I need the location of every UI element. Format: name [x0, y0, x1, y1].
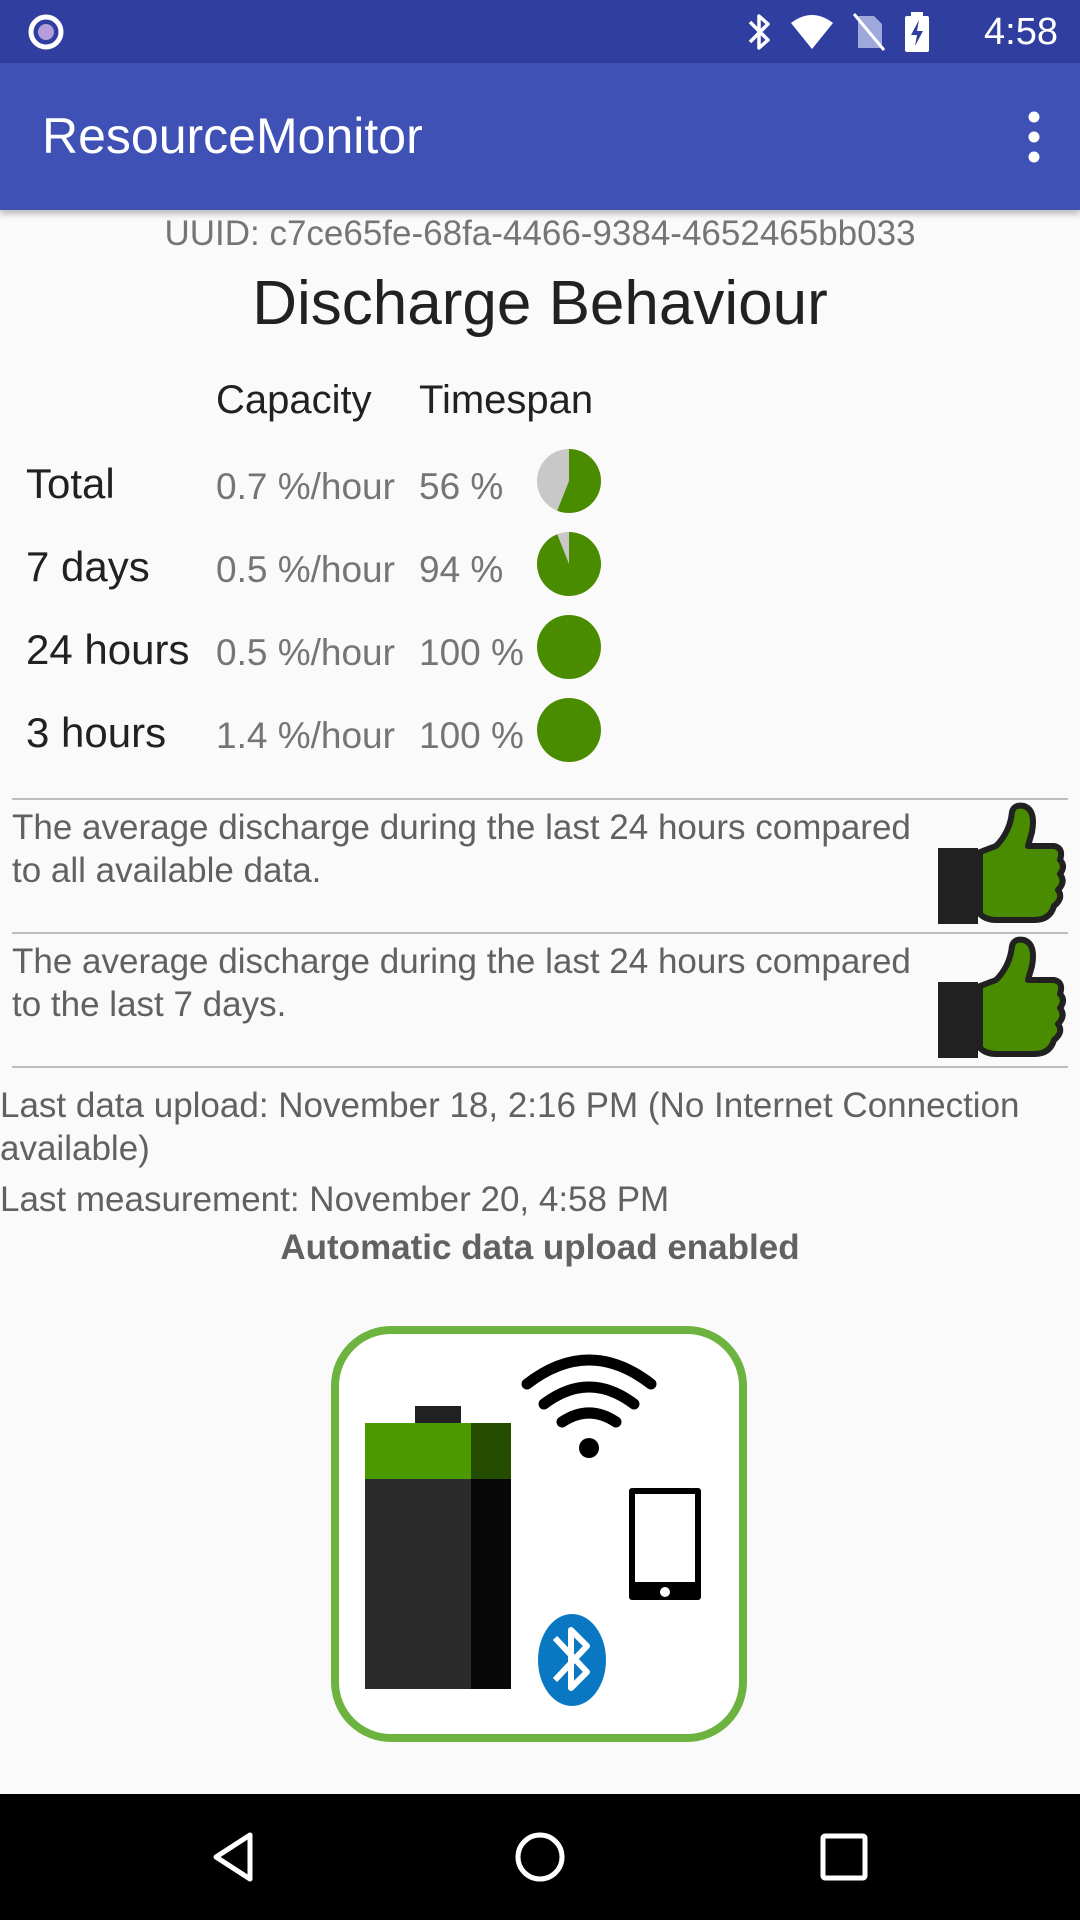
last-measurement-text: Last measurement: November 20, 4:58 PM — [0, 1180, 670, 1219]
bluetooth-icon — [538, 1614, 606, 1706]
column-header-capacity: Capacity — [216, 378, 372, 422]
pie-slice — [537, 532, 601, 596]
status-time: 4:58 — [984, 11, 1058, 53]
comparison-text: The average discharge during the last 24… — [12, 808, 911, 890]
uuid-text: UUID: c7ce65fe-68fa-4466-9384-4652465bb0… — [164, 214, 916, 253]
app-bar: ResourceMonitor — [0, 63, 1080, 210]
row-timespan: 100 % — [419, 715, 524, 756]
battery-charging-icon — [905, 12, 929, 52]
row-label: Total — [26, 460, 115, 507]
no-sim-icon — [852, 13, 886, 51]
pie-background — [537, 615, 601, 679]
last-upload-text: Last data upload: November 18, 2:16 PM (… — [0, 1086, 1020, 1168]
row-capacity: 1.4 %/hour — [216, 715, 395, 756]
column-header-timespan: Timespan — [419, 378, 594, 422]
recents-icon[interactable] — [814, 1827, 874, 1887]
row-capacity: 0.5 %/hour — [216, 549, 395, 590]
smartphone-icon — [629, 1488, 701, 1600]
row-label: 7 days — [26, 543, 150, 590]
notification-dot-icon — [28, 14, 64, 50]
home-icon[interactable] — [510, 1827, 570, 1887]
thumbs-up-icon — [938, 936, 1066, 1058]
divider — [12, 932, 1068, 934]
timespan-pie-chart — [537, 532, 601, 596]
status-bar: 4:58 — [0, 0, 1080, 63]
row-timespan: 94 % — [419, 549, 504, 590]
row-label: 24 hours — [26, 626, 190, 673]
row-capacity: 0.7 %/hour — [216, 466, 395, 507]
battery-icon — [365, 1406, 511, 1689]
auto-upload-status: Automatic data upload enabled — [280, 1228, 800, 1267]
divider — [12, 798, 1068, 800]
row-timespan: 100 % — [419, 632, 524, 673]
thumbs-up-icon — [938, 802, 1066, 924]
navigation-bar — [0, 1794, 1080, 1920]
comparison-text: The average discharge during the last 24… — [12, 942, 911, 1024]
page-title: Discharge Behaviour — [252, 269, 828, 338]
pie-background — [537, 698, 601, 762]
row-label: 3 hours — [26, 709, 167, 756]
row-capacity: 0.5 %/hour — [216, 632, 395, 673]
timespan-pie-chart — [537, 698, 601, 762]
divider — [12, 1066, 1068, 1068]
more-vert-icon[interactable] — [1014, 109, 1054, 165]
wifi-icon — [791, 15, 833, 49]
bluetooth-icon — [748, 14, 770, 50]
row-timespan: 56 % — [419, 466, 504, 507]
app-title: ResourceMonitor — [42, 108, 423, 164]
timespan-pie-chart — [537, 615, 601, 679]
timespan-pie-chart — [537, 449, 601, 513]
back-icon[interactable] — [206, 1827, 266, 1887]
app-logo — [331, 1326, 747, 1742]
